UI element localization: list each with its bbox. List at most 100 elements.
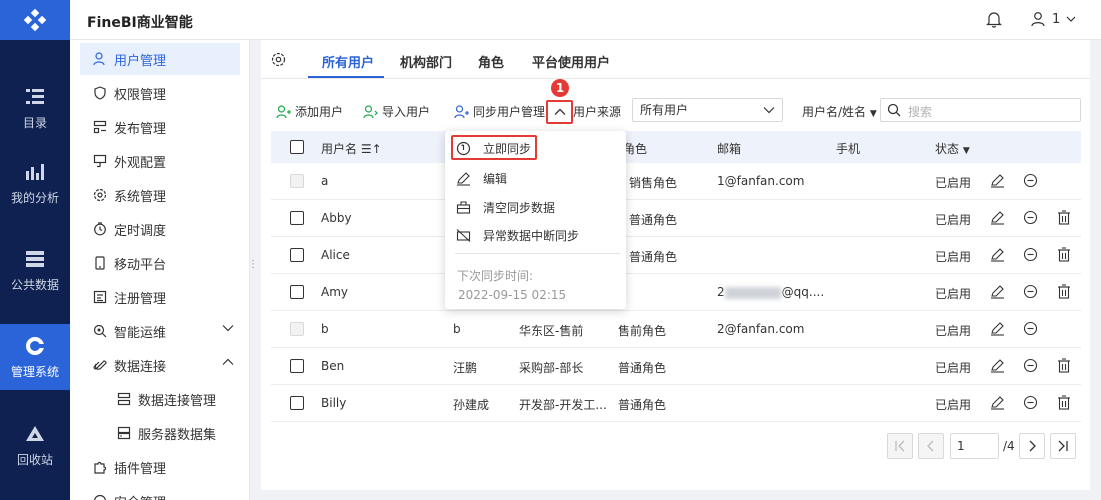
disable-icon[interactable] [1023, 210, 1038, 228]
sidebar-item-register[interactable]: 注册管理 [80, 281, 240, 313]
cell-department: 华东区-售前 [519, 324, 584, 338]
cell-status: 已启用 [935, 398, 972, 412]
user-source-select[interactable]: 所有用户 [632, 98, 783, 122]
table-row[interactable]: b b 华东区-售前 售前角色 2@fanfan.com 已启用 [271, 311, 1081, 348]
trash-icon[interactable] [1057, 395, 1071, 413]
sidebar-item-mobile[interactable]: 移动平台 [80, 247, 240, 279]
next-page-button[interactable] [1019, 433, 1045, 459]
disable-icon[interactable] [1023, 247, 1038, 265]
edit-icon[interactable] [990, 247, 1005, 265]
menu-item-edit[interactable]: 编辑 [455, 165, 620, 191]
sidebar-item-data-connection[interactable]: 数据连接 [80, 349, 240, 381]
disable-icon[interactable] [1023, 321, 1038, 339]
sidebar-item-publish[interactable]: 发布管理 [80, 111, 240, 143]
tab-platform-users[interactable]: 平台使用用户 [532, 52, 610, 71]
sidebar-item-smart-ops[interactable]: 智能运维 [80, 315, 240, 347]
main-panel: 所有用户 机构部门 角色 平台使用用户 添加用户 导入用户 同步用户管理 用户来… [261, 40, 1090, 490]
sort-icon[interactable]: ☰↑ [361, 142, 382, 156]
row-checkbox[interactable] [290, 285, 304, 299]
search-field-select[interactable]: 用户名/姓名 ▼ [802, 103, 877, 120]
table-row[interactable]: Amy 2 @qq.... 已启用 [271, 274, 1081, 311]
rail-label: 我的分析 [10, 190, 59, 205]
row-checkbox [290, 322, 304, 336]
recycle-icon [24, 423, 46, 445]
sidebar-item-safety[interactable]: 安全管理 [80, 485, 240, 500]
sidebar-item-user-management[interactable]: 用户管理 [80, 43, 240, 75]
sync-user-button[interactable]: 同步用户管理 [454, 103, 545, 120]
disable-icon[interactable] [1023, 358, 1038, 376]
column-status[interactable]: 状态 ▼ [935, 140, 970, 157]
plugin-icon [92, 459, 108, 475]
bell-icon[interactable] [986, 11, 1002, 31]
sidebar-item-label: 数据连接 [114, 359, 167, 375]
edit-icon[interactable] [990, 321, 1005, 339]
search-field-value: 用户名/姓名 [802, 105, 867, 119]
table-row[interactable]: Billy 孙建成 开发部-开发工... 普通角色 已启用 [271, 385, 1081, 422]
import-user-button[interactable]: 导入用户 [363, 103, 430, 120]
cell-name: 孙建成 [453, 398, 490, 412]
menu-item-sync-now[interactable]: 立即同步 [455, 135, 620, 161]
user-icon [92, 51, 108, 67]
tab-roles[interactable]: 角色 [478, 52, 504, 71]
table-row[interactable]: Ben 汪鹏 采购部-部长 普通角色 已启用 [271, 348, 1081, 385]
search-input[interactable]: 搜索 [880, 98, 1081, 122]
row-checkbox[interactable] [290, 396, 304, 410]
tab-all-users[interactable]: 所有用户 [322, 52, 374, 71]
trash-icon[interactable] [1057, 358, 1071, 376]
column-username[interactable]: 用户名 ☰↑ [321, 140, 382, 157]
edit-icon[interactable] [990, 173, 1005, 191]
trash-icon[interactable] [1057, 247, 1071, 265]
logo-icon [24, 9, 46, 31]
settings-gear-icon[interactable] [271, 52, 286, 70]
next-sync-label: 下次同步时间: [457, 269, 534, 283]
sidebar-item-label: 插件管理 [114, 461, 167, 477]
sidebar-item-system[interactable]: 系统管理 [80, 179, 240, 211]
sidebar-item-schedule[interactable]: 定时调度 [80, 213, 240, 245]
first-page-button[interactable] [887, 433, 913, 459]
cell-username: b [321, 322, 329, 336]
rail-item-catalog[interactable]: 目录 [0, 75, 70, 141]
safety-icon [92, 493, 108, 500]
tab-departments[interactable]: 机构部门 [400, 52, 452, 71]
row-checkbox[interactable] [290, 248, 304, 262]
disable-icon[interactable] [1023, 395, 1038, 413]
menu-item-clear-sync-data[interactable]: 清空同步数据 [455, 194, 620, 220]
app-title: FineBI商业智能 [87, 15, 193, 31]
table-row[interactable]: a 销售角色 1@fanfan.com 已启用 [271, 163, 1081, 200]
sidebar-item-data-connection-manage[interactable]: 数据连接管理 [80, 383, 240, 415]
trash-icon[interactable] [1057, 284, 1071, 302]
page-number-input[interactable]: 1 [950, 433, 999, 459]
user-menu[interactable]: 1 [1030, 11, 1076, 27]
sidebar-item-server-dataset[interactable]: 服务器数据集 [80, 417, 240, 449]
table-row[interactable]: Abby 普通角色 已启用 [271, 200, 1081, 237]
rail-item-public-data[interactable]: 公共数据 [0, 237, 70, 303]
edit-icon[interactable] [990, 284, 1005, 302]
sidebar-item-plugin[interactable]: 插件管理 [80, 451, 240, 483]
edit-icon[interactable] [990, 358, 1005, 376]
sidebar-item-permission[interactable]: 权限管理 [80, 77, 240, 109]
cell-department: 开发部-开发工... [519, 398, 607, 412]
resize-handle[interactable]: ⋮⋮ [248, 260, 268, 276]
row-checkbox[interactable] [290, 359, 304, 373]
edit-icon[interactable] [990, 395, 1005, 413]
rail-item-management[interactable]: 管理系统 [0, 324, 70, 390]
add-user-button[interactable]: 添加用户 [276, 103, 343, 120]
disable-icon[interactable] [1023, 284, 1038, 302]
table-row[interactable]: Alice 普通角色 已启用 [271, 237, 1081, 274]
rail-label: 目录 [22, 115, 47, 130]
sidebar-item-appearance[interactable]: 外观配置 [80, 145, 240, 177]
last-page-icon [1058, 440, 1068, 452]
row-checkbox[interactable] [290, 211, 304, 225]
logo[interactable] [0, 0, 70, 40]
rail-item-my-analysis[interactable]: 我的分析 [0, 150, 70, 216]
sync-menu-toggle[interactable] [546, 100, 573, 124]
edit-icon[interactable] [990, 210, 1005, 228]
rail-item-recycle[interactable]: 回收站 [0, 412, 70, 478]
select-all-checkbox[interactable] [290, 140, 304, 154]
menu-item-interrupt-sync[interactable]: 异常数据中断同步 [455, 222, 620, 248]
disable-icon[interactable] [1023, 173, 1038, 191]
trash-icon[interactable] [1057, 210, 1071, 228]
prev-page-button[interactable] [918, 433, 944, 459]
caret-down-icon: ▼ [869, 109, 877, 119]
last-page-button[interactable] [1050, 433, 1076, 459]
